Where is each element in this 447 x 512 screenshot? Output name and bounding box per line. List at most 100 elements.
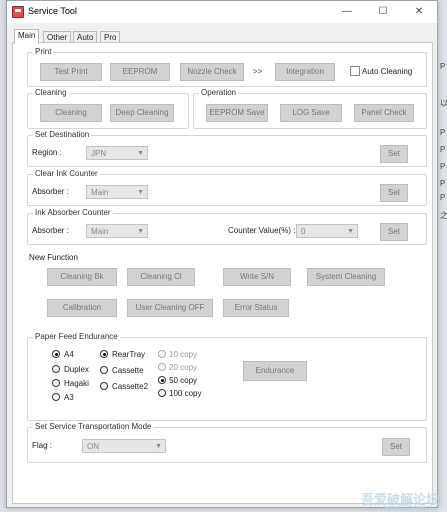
counter-value-label: Counter Value(%) : bbox=[228, 226, 296, 235]
clear-ink-set-button[interactable]: Set bbox=[380, 184, 408, 202]
size-hagaki-radio[interactable] bbox=[52, 379, 60, 387]
counter-value: 0 bbox=[301, 227, 306, 236]
title-bar[interactable]: Service Tool — ☐ ✕ bbox=[7, 1, 437, 23]
copy-100-radio[interactable] bbox=[158, 389, 166, 397]
minimize-button[interactable]: — bbox=[329, 1, 365, 23]
tab-main[interactable]: Main bbox=[14, 29, 40, 44]
cleaning-button[interactable]: Cleaning bbox=[40, 104, 102, 122]
set-destination-group: Set Destination Region : JPN ▼ Set bbox=[27, 130, 427, 167]
source-cassette-radio[interactable] bbox=[100, 366, 108, 374]
operation-group-label: Operation bbox=[199, 88, 239, 97]
bg-glyph: 之 bbox=[440, 211, 447, 220]
source-cassette-label: Cassette bbox=[112, 366, 144, 375]
size-duplex-label: Duplex bbox=[64, 365, 89, 374]
copy-20-label: 20 copy bbox=[169, 363, 198, 372]
bg-glyph: P bbox=[440, 145, 446, 154]
main-tab-panel: Print Test Print EEPROM Nozzle Check >> … bbox=[12, 42, 433, 504]
transport-set-button[interactable]: Set bbox=[382, 438, 410, 456]
bg-glyph: P bbox=[440, 128, 446, 137]
flag-label: Flag : bbox=[32, 441, 53, 450]
calibration-button[interactable]: Calibration bbox=[47, 299, 117, 317]
user-cleaning-off-button[interactable]: User Cleaning OFF bbox=[127, 299, 213, 317]
test-print-button[interactable]: Test Print bbox=[40, 63, 102, 81]
chevron-down-icon: ▼ bbox=[155, 443, 162, 450]
bg-glyph: 以 bbox=[440, 99, 447, 108]
counter-value-select[interactable]: 0 ▼ bbox=[296, 224, 358, 238]
absorber-label: Absorber : bbox=[32, 187, 69, 196]
counter-absorber-select[interactable]: Main ▼ bbox=[86, 224, 148, 238]
counter-set-button[interactable]: Set bbox=[380, 223, 408, 241]
close-button[interactable]: ✕ bbox=[401, 1, 437, 23]
panel-check-button[interactable]: Panel Check bbox=[354, 104, 414, 122]
size-hagaki-label: Hagaki bbox=[64, 379, 89, 388]
copy-100-label: 100 copy bbox=[169, 389, 202, 398]
cleaning-group-label: Cleaning bbox=[33, 88, 69, 97]
watermark-url: www.52pojie.cn bbox=[384, 505, 433, 512]
copy-20-radio[interactable] bbox=[158, 363, 166, 371]
cleaning-group: Cleaning Cleaning Deep Cleaning bbox=[27, 88, 189, 129]
size-a3-radio[interactable] bbox=[52, 393, 60, 401]
new-function-label: New Function bbox=[29, 253, 78, 262]
deep-cleaning-button[interactable]: Deep Cleaning bbox=[110, 104, 174, 122]
bg-glyph: P bbox=[440, 179, 446, 188]
print-group-label: Print bbox=[33, 47, 54, 56]
paper-feed-endurance-label: Paper Feed Endurance bbox=[33, 332, 120, 341]
source-cassette2-label: Cassette2 bbox=[112, 382, 149, 391]
clear-absorber-value: Main bbox=[91, 188, 109, 197]
destination-set-button[interactable]: Set bbox=[380, 145, 408, 163]
flag-select[interactable]: ON ▼ bbox=[82, 439, 166, 453]
paper-feed-endurance-group: Paper Feed Endurance A4 Duplex Hagaki A3… bbox=[27, 332, 427, 421]
eeprom-save-button[interactable]: EEPROM Save bbox=[206, 104, 268, 122]
size-a4-radio[interactable] bbox=[52, 350, 60, 358]
copy-50-label: 50 copy bbox=[169, 376, 198, 385]
window-title: Service Tool bbox=[28, 6, 77, 16]
system-cleaning-button[interactable]: System Cleaning bbox=[307, 268, 385, 286]
set-destination-label: Set Destination bbox=[33, 130, 92, 139]
region-select[interactable]: JPN ▼ bbox=[86, 146, 148, 160]
size-a3-label: A3 bbox=[64, 393, 74, 402]
clear-absorber-select[interactable]: Main ▼ bbox=[86, 185, 148, 199]
copy-10-radio[interactable] bbox=[158, 350, 166, 358]
bg-glyph: P bbox=[440, 162, 446, 171]
counter-absorber-value: Main bbox=[91, 227, 109, 236]
service-tool-window: Service Tool — ☐ ✕ Main Other Auto Pro P… bbox=[6, 0, 438, 508]
integration-button[interactable]: Integration bbox=[275, 63, 335, 81]
absorber-label: Absorber : bbox=[32, 226, 69, 235]
ink-absorber-counter-label: Ink Absorber Counter bbox=[33, 208, 113, 217]
source-reartray-label: RearTray bbox=[112, 350, 146, 359]
endurance-button[interactable]: Endurance bbox=[243, 361, 307, 381]
flag-value: ON bbox=[87, 442, 99, 451]
forward-arrows: >> bbox=[253, 67, 263, 76]
clear-ink-counter-label: Clear Ink Counter bbox=[33, 169, 100, 178]
ink-absorber-counter-group: Ink Absorber Counter Absorber : Main ▼ Co… bbox=[27, 208, 427, 245]
transportation-mode-group: Set Service Transportation Mode Flag : O… bbox=[27, 422, 427, 463]
bg-glyph: P bbox=[440, 62, 446, 71]
transportation-mode-label: Set Service Transportation Mode bbox=[33, 422, 154, 431]
source-cassette2-radio[interactable] bbox=[100, 382, 108, 390]
nozzle-check-button[interactable]: Nozzle Check bbox=[180, 63, 244, 81]
auto-cleaning-label: Auto Cleaning bbox=[362, 67, 413, 76]
size-a4-label: A4 bbox=[64, 350, 74, 359]
copy-50-radio[interactable] bbox=[158, 376, 166, 384]
auto-cleaning-checkbox[interactable] bbox=[350, 66, 360, 76]
region-label: Region : bbox=[32, 148, 62, 157]
cleaning-bk-button[interactable]: Cleaning Bk bbox=[47, 268, 117, 286]
cleaning-cl-button[interactable]: Cleaning Cl bbox=[127, 268, 195, 286]
maximize-button[interactable]: ☐ bbox=[365, 1, 401, 23]
chevron-down-icon: ▼ bbox=[347, 228, 354, 235]
error-status-button[interactable]: Error Status bbox=[223, 299, 289, 317]
bg-glyph: P bbox=[440, 193, 446, 202]
write-sn-button[interactable]: Write S/N bbox=[223, 268, 291, 286]
log-save-button[interactable]: LOG Save bbox=[280, 104, 342, 122]
chevron-down-icon: ▼ bbox=[137, 228, 144, 235]
chevron-down-icon: ▼ bbox=[137, 150, 144, 157]
copy-10-label: 10 copy bbox=[169, 350, 198, 359]
print-group: Print Test Print EEPROM Nozzle Check >> … bbox=[27, 47, 427, 87]
clear-ink-counter-group: Clear Ink Counter Absorber : Main ▼ Set bbox=[27, 169, 427, 206]
chevron-down-icon: ▼ bbox=[137, 189, 144, 196]
eeprom-button[interactable]: EEPROM bbox=[110, 63, 170, 81]
size-duplex-radio[interactable] bbox=[52, 365, 60, 373]
region-value: JPN bbox=[91, 149, 107, 158]
source-reartray-radio[interactable] bbox=[100, 350, 108, 358]
printer-app-icon bbox=[12, 6, 24, 18]
